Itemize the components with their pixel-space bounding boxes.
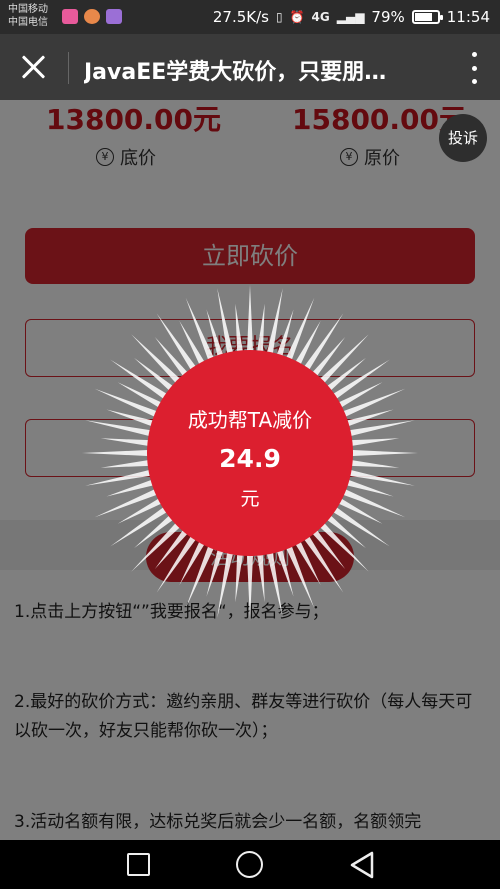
popup-amount: 24.9 (219, 444, 281, 473)
carrier-2: 中国电信 (8, 17, 48, 28)
status-right: 27.5K/s ▯ ⏰ 4G ▂▄▆ 79% 11:54 (213, 8, 490, 26)
heart-app-icon (62, 9, 78, 24)
title-bar: JavaEE学费大砍价，只要朋… (0, 34, 500, 100)
recent-apps-icon[interactable] (127, 853, 150, 876)
carrier-info: 中国移动 中国电信 (8, 3, 48, 29)
popup-message: 成功帮TA减价 (187, 408, 313, 432)
battery-icon (411, 10, 443, 24)
status-bar: 中国移动 中国电信 27.5K/s ▯ ⏰ 4G ▂▄▆ 79% 11:54 (0, 0, 500, 34)
cartoon-app-icon (84, 9, 100, 24)
clock: 11:54 (446, 8, 490, 26)
signal-icon: ▂▄▆ (336, 10, 365, 24)
titlebar-divider (68, 52, 69, 84)
network-type: 4G (311, 10, 330, 24)
network-speed: 27.5K/s (212, 8, 269, 26)
gallery-app-icon (106, 9, 122, 24)
home-icon[interactable] (236, 851, 263, 878)
burst-ray (344, 449, 418, 457)
notification-icons (62, 9, 122, 24)
battery-percent: 79% (371, 8, 405, 26)
navigation-bar (0, 840, 500, 889)
alarm-icon: ⏰ (289, 10, 305, 24)
close-icon[interactable] (18, 52, 48, 82)
popup-unit: 元 (240, 488, 260, 510)
back-icon[interactable] (349, 851, 375, 879)
vibrate-icon: ▯ (275, 10, 283, 24)
report-button[interactable]: 投诉 (439, 114, 487, 162)
burst-ray (246, 285, 254, 359)
success-popup[interactable]: 成功帮TA减价 24.9 元 (147, 350, 353, 556)
burst-ray (82, 449, 156, 457)
burst-ray (246, 547, 254, 621)
carrier-1: 中国移动 (8, 4, 48, 15)
more-options-icon[interactable] (470, 52, 478, 84)
page-title: JavaEE学费大砍价，只要朋… (84, 60, 387, 85)
